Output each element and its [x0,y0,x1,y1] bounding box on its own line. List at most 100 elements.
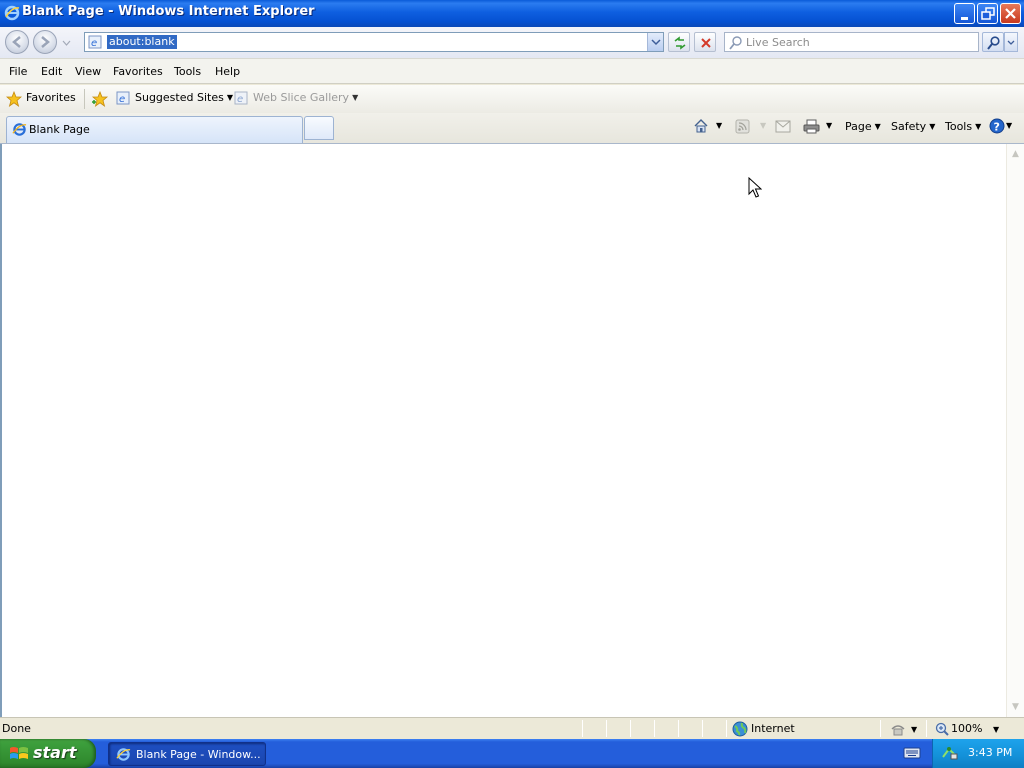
forward-button[interactable] [33,30,57,54]
windows-taskbar: start Blank Page - Window... 3:43 PM [0,739,1024,768]
chevron-down-icon [651,39,661,46]
web-slice-gallery-button[interactable]: Web Slice Gallery ▼ [253,91,358,104]
address-field[interactable]: e about:blank [84,32,664,52]
favorites-separator [84,89,85,109]
taskbar-item-internet-explorer[interactable]: Blank Page - Window... [108,742,266,766]
safety-menu-button[interactable]: Safety ▼ [891,120,935,133]
page-menu-button[interactable]: Page ▼ [845,120,881,133]
menu-bar: File Edit View Favorites Tools Help [0,58,1024,84]
close-button[interactable] [1000,3,1021,24]
chevron-down-icon [1007,40,1015,45]
keyboard-language-icon[interactable] [903,746,921,760]
refresh-button[interactable] [668,32,690,52]
live-search-icon [729,36,742,50]
menu-view[interactable]: View [75,65,101,78]
favorites-star-icon [6,91,22,107]
tools-menu-label: Tools [945,120,973,133]
svg-text:e: e [91,38,97,49]
back-button[interactable] [5,30,29,54]
svg-text:e: e [237,94,243,105]
svg-text:e: e [119,94,125,105]
safety-menu-label: Safety [891,120,927,133]
ie-page-icon: e [116,91,130,105]
zoom-dropdown-icon[interactable]: ▼ [993,725,999,734]
svg-text:?: ? [994,121,1000,134]
suggested-sites-label: Suggested Sites [135,91,224,104]
status-text: Done [2,722,31,735]
scroll-down-arrow-icon[interactable]: ▼ [1010,702,1021,712]
help-icon[interactable]: ? [989,118,1005,134]
minimize-icon [961,17,968,20]
status-bar: Done Internet ▼ 100% ▼ [0,717,1024,739]
print-dropdown-icon[interactable]: ▼ [826,121,832,130]
status-divider [630,720,631,737]
scroll-up-arrow-icon[interactable]: ▲ [1010,149,1021,159]
protected-mode-dropdown-icon[interactable]: ▼ [911,725,917,734]
stop-button[interactable] [694,32,716,52]
network-connection-icon[interactable] [941,745,959,761]
print-icon[interactable] [803,119,820,134]
protected-mode-icon[interactable] [890,722,906,736]
favorites-bar: Favorites e Suggested Sites ▼ e Web Slice… [0,85,1024,113]
chevron-down-icon: ▼ [352,93,359,102]
minimize-button[interactable] [954,3,975,24]
tab-blank-page[interactable]: Blank Page [6,116,303,143]
security-zone-label: Internet [751,722,795,735]
menu-file[interactable]: File [9,65,27,78]
recent-pages-dropdown-icon[interactable] [62,39,71,47]
read-mail-icon[interactable] [775,120,791,133]
forward-arrow-icon [41,36,50,48]
new-tab-button[interactable] [304,116,334,140]
feeds-icon[interactable] [735,119,750,134]
menu-help[interactable]: Help [215,65,240,78]
page-menu-label: Page [845,120,872,133]
mouse-cursor-icon [748,177,762,198]
desktop-screen: Blank Page - Windows Internet Explorer e… [0,0,1024,768]
search-input[interactable]: Live Search [724,32,979,52]
window-title-bar[interactable]: Blank Page - Windows Internet Explorer [0,0,1024,27]
chevron-down-icon: ▼ [929,122,936,131]
status-divider [582,720,583,737]
restore-icon [981,7,995,20]
zoom-level[interactable]: 100% [951,722,982,735]
search-go-button[interactable] [982,32,1004,52]
menu-edit[interactable]: Edit [41,65,62,78]
menu-tools[interactable]: Tools [174,65,201,78]
window-title: Blank Page - Windows Internet Explorer [22,4,315,19]
ie-logo-icon [12,123,27,136]
start-button[interactable]: start [0,739,96,768]
status-divider [678,720,679,737]
tools-menu-button[interactable]: Tools ▼ [945,120,981,133]
home-dropdown-icon[interactable]: ▼ [716,121,722,130]
status-divider [726,720,727,737]
suggested-sites-button[interactable]: Suggested Sites ▼ [135,91,233,104]
back-arrow-icon [12,36,21,48]
taskbar-clock[interactable]: 3:43 PM [968,746,1012,759]
restore-button[interactable] [977,3,998,24]
feeds-dropdown-icon[interactable]: ▼ [760,121,766,130]
menu-favorites[interactable]: Favorites [113,65,163,78]
page-content-area[interactable]: ▲ ▼ [0,144,1024,717]
status-divider [654,720,655,737]
close-icon [1005,8,1016,19]
address-url[interactable]: about:blank [107,35,177,49]
zoom-icon[interactable] [935,722,949,736]
internet-zone-globe-icon [732,721,748,737]
search-placeholder: Live Search [746,36,810,49]
status-divider [606,720,607,737]
start-label: start [33,743,77,762]
ie-logo-icon [4,5,20,21]
home-icon[interactable] [693,118,709,134]
status-divider [926,720,927,737]
favorites-button[interactable]: Favorites [26,91,76,104]
status-divider [702,720,703,737]
help-dropdown-icon[interactable]: ▼ [1006,121,1012,130]
page-icon: e [88,35,102,49]
add-to-favorites-bar-icon[interactable] [91,91,109,107]
web-slice-gallery-label: Web Slice Gallery [253,91,350,104]
tab-bar: Blank Page ▼ ▼ ▼ Page▼ Safety▼ Tools▼ [0,113,1024,144]
search-options-dropdown[interactable] [1004,32,1018,52]
windows-logo-icon [10,747,28,759]
address-dropdown-button[interactable] [647,33,663,51]
vertical-scrollbar[interactable]: ▲ ▼ [1006,144,1024,717]
